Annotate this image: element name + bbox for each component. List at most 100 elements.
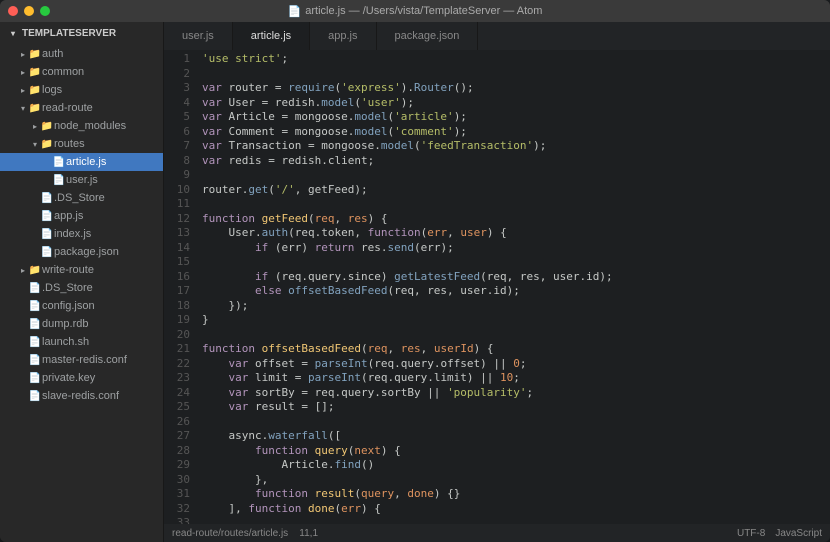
chevron-down-icon: ▾ (18, 104, 28, 113)
tree-file[interactable]: 📄.DS_Store (0, 279, 163, 297)
code-line[interactable]: var sortBy = req.query.sortBy || 'popula… (202, 386, 830, 401)
chevron-down-icon: ▾ (30, 140, 40, 149)
code-line[interactable]: 'use strict'; (202, 52, 830, 67)
tree-file[interactable]: 📄private.key (0, 369, 163, 387)
tree-file[interactable]: 📄article.js (0, 153, 163, 171)
code-area[interactable]: 1234567891011121314151617181920212223242… (164, 50, 830, 524)
code-line[interactable] (202, 168, 830, 183)
status-cursor[interactable]: 11,1 (299, 528, 318, 539)
line-number: 20 (164, 328, 190, 343)
tree-item-label: .DS_Store (42, 282, 93, 294)
tree-folder[interactable]: ▾📁routes (0, 135, 163, 153)
tree-file[interactable]: 📄slave-redis.conf (0, 387, 163, 405)
code-line[interactable] (202, 255, 830, 270)
file-icon: 📄 (52, 175, 66, 186)
code-line[interactable]: }); (202, 299, 830, 314)
code-line[interactable]: } (202, 313, 830, 328)
file-tree: ▸📁auth▸📁common▸📁logs▾📁read-route▸📁node_m… (0, 45, 163, 405)
code-line[interactable] (202, 197, 830, 212)
status-bar: read-route/routes/article.js 11,1 UTF-8 … (164, 524, 830, 542)
tree-file[interactable]: 📄index.js (0, 225, 163, 243)
sidebar[interactable]: ▾ TEMPLATESERVER ▸📁auth▸📁common▸📁logs▾📁r… (0, 22, 164, 542)
code-line[interactable]: User.auth(req.token, function(err, user)… (202, 226, 830, 241)
status-path[interactable]: read-route/routes/article.js (172, 528, 288, 539)
project-title[interactable]: ▾ TEMPLATESERVER (0, 22, 163, 45)
status-language[interactable]: JavaScript (775, 528, 822, 539)
code-line[interactable] (202, 328, 830, 343)
close-icon[interactable] (8, 6, 18, 16)
tree-file[interactable]: 📄config.json (0, 297, 163, 315)
tree-file[interactable]: 📄.DS_Store (0, 189, 163, 207)
chevron-down-icon: ▾ (8, 29, 18, 38)
tab[interactable]: article.js (233, 22, 310, 50)
line-number: 32 (164, 502, 190, 517)
window-title: 📄 article.js — /Users/vista/TemplateServ… (288, 5, 543, 18)
tree-file[interactable]: 📄app.js (0, 207, 163, 225)
tree-folder[interactable]: ▸📁common (0, 63, 163, 81)
code-line[interactable]: Article.find() (202, 458, 830, 473)
code-line[interactable]: }, (202, 473, 830, 488)
code-line[interactable]: if (req.query.since) getLatestFeed(req, … (202, 270, 830, 285)
code-line[interactable] (202, 67, 830, 82)
code-line[interactable]: var Article = mongoose.model('article'); (202, 110, 830, 125)
tree-file[interactable]: 📄user.js (0, 171, 163, 189)
code-line[interactable]: function getFeed(req, res) { (202, 212, 830, 227)
code-line[interactable]: var User = redish.model('user'); (202, 96, 830, 111)
line-number: 16 (164, 270, 190, 285)
code-line[interactable]: else offsetBasedFeed(req, res, user.id); (202, 284, 830, 299)
tree-file[interactable]: 📄master-redis.conf (0, 351, 163, 369)
tab[interactable]: user.js (164, 22, 233, 50)
code-line[interactable]: var redis = redish.client; (202, 154, 830, 169)
code-line[interactable]: var offset = parseInt(req.query.offset) … (202, 357, 830, 372)
code-line[interactable]: var result = []; (202, 400, 830, 415)
line-number: 4 (164, 96, 190, 111)
code-line[interactable]: ], function done(err) { (202, 502, 830, 517)
code-line[interactable] (202, 516, 830, 524)
line-number: 7 (164, 139, 190, 154)
file-icon: 📄 (40, 229, 54, 240)
chevron-right-icon: ▸ (18, 50, 28, 59)
code-line[interactable]: async.waterfall([ (202, 429, 830, 444)
tree-file[interactable]: 📄dump.rdb (0, 315, 163, 333)
tree-item-label: read-route (42, 102, 93, 114)
code-line[interactable]: var limit = parseInt(req.query.limit) ||… (202, 371, 830, 386)
code-line[interactable]: function result(query, done) {} (202, 487, 830, 502)
code-line[interactable]: var Transaction = mongoose.model('feedTr… (202, 139, 830, 154)
tab[interactable]: package.json (377, 22, 479, 50)
tree-file[interactable]: 📄launch.sh (0, 333, 163, 351)
line-number: 30 (164, 473, 190, 488)
tree-item-label: common (42, 66, 84, 78)
tab[interactable]: app.js (310, 22, 376, 50)
tree-item-label: app.js (54, 210, 83, 222)
status-encoding[interactable]: UTF-8 (737, 528, 765, 539)
code-line[interactable]: function query(next) { (202, 444, 830, 459)
zoom-icon[interactable] (40, 6, 50, 16)
file-icon: 📄 (40, 247, 54, 258)
tree-file[interactable]: 📄package.json (0, 243, 163, 261)
folder-icon: 📁 (28, 67, 42, 78)
code-line[interactable]: router.get('/', getFeed); (202, 183, 830, 198)
window-title-text: article.js — /Users/vista/TemplateServer… (305, 5, 542, 17)
tree-folder[interactable]: ▸📁auth (0, 45, 163, 63)
code-line[interactable] (202, 415, 830, 430)
code-line[interactable]: var Comment = mongoose.model('comment'); (202, 125, 830, 140)
minimize-icon[interactable] (24, 6, 34, 16)
code[interactable]: 'use strict'; var router = require('expr… (196, 50, 830, 524)
body: ▾ TEMPLATESERVER ▸📁auth▸📁common▸📁logs▾📁r… (0, 22, 830, 542)
tree-folder[interactable]: ▸📁write-route (0, 261, 163, 279)
tree-item-label: .DS_Store (54, 192, 105, 204)
tree-item-label: dump.rdb (42, 318, 88, 330)
code-line[interactable]: if (err) return res.send(err); (202, 241, 830, 256)
titlebar[interactable]: 📄 article.js — /Users/vista/TemplateServ… (0, 0, 830, 22)
tree-item-label: write-route (42, 264, 94, 276)
code-line[interactable]: var router = require('express').Router()… (202, 81, 830, 96)
line-number: 26 (164, 415, 190, 430)
line-number: 22 (164, 357, 190, 372)
chevron-right-icon: ▸ (18, 68, 28, 77)
line-number: 27 (164, 429, 190, 444)
code-line[interactable]: function offsetBasedFeed(req, res, userI… (202, 342, 830, 357)
line-number: 2 (164, 67, 190, 82)
tree-folder[interactable]: ▾📁read-route (0, 99, 163, 117)
tree-folder[interactable]: ▸📁node_modules (0, 117, 163, 135)
tree-folder[interactable]: ▸📁logs (0, 81, 163, 99)
